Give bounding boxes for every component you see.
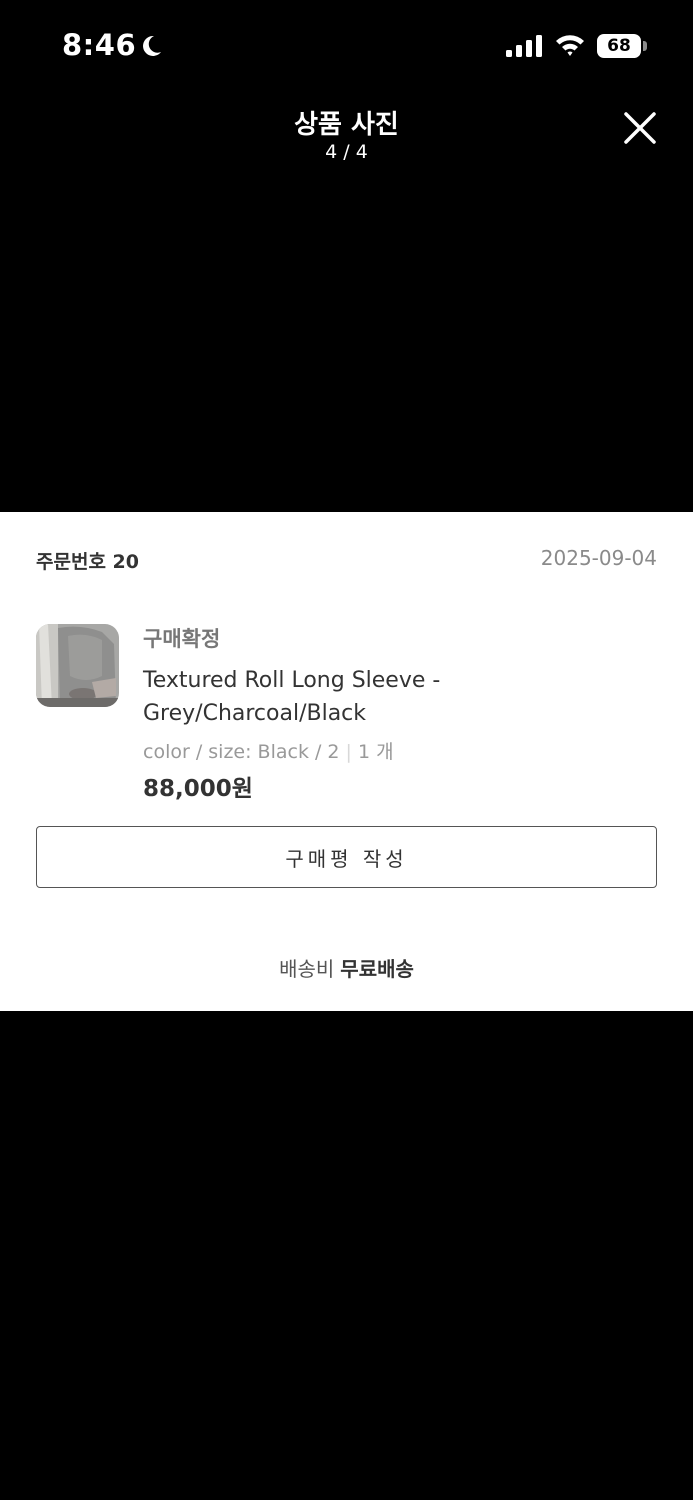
photo-area-bottom[interactable]	[0, 1011, 693, 1500]
shipping-value: 무료배송	[340, 957, 414, 981]
close-icon[interactable]	[618, 106, 662, 150]
photo-viewer-screen: 8:46 68 상품 사진 4 / 4 주문번호 20 2025-09-04 구…	[0, 0, 693, 1500]
status-bar: 8:46 68	[0, 0, 693, 92]
battery-tip	[643, 41, 647, 51]
product-option-text: color / size: Black / 2	[143, 741, 340, 763]
product-options: color / size: Black / 2 | 1 개	[143, 737, 394, 764]
status-time: 8:46	[62, 28, 137, 62]
shipping-label: 배송비	[279, 957, 335, 981]
order-status: 구매확정	[143, 627, 221, 651]
product-thumbnail[interactable]	[36, 624, 119, 707]
option-divider: |	[345, 741, 352, 763]
product-name[interactable]: Textured Roll Long Sleeve - Grey/Charcoa…	[143, 664, 483, 730]
order-card: 주문번호 20 2025-09-04 구매확정 Textured Roll Lo…	[0, 512, 693, 1011]
product-photo-area[interactable]	[0, 178, 693, 512]
signal-icon	[506, 35, 542, 57]
page-indicator: 4 / 4	[325, 141, 368, 163]
moon-icon	[143, 35, 161, 56]
product-quantity: 1 개	[357, 741, 394, 763]
product-thumbnail-image	[36, 624, 119, 707]
product-price: 88,000원	[143, 776, 253, 802]
battery-icon: 68	[597, 34, 641, 58]
viewer-title: 상품 사진	[294, 110, 399, 140]
wifi-icon	[556, 35, 584, 56]
order-number: 주문번호 20	[36, 551, 139, 573]
order-date: 2025-09-04	[540, 546, 657, 570]
write-review-button[interactable]: 구매평 작성	[36, 826, 657, 888]
shipping-info: 배송비 무료배송	[0, 953, 693, 982]
